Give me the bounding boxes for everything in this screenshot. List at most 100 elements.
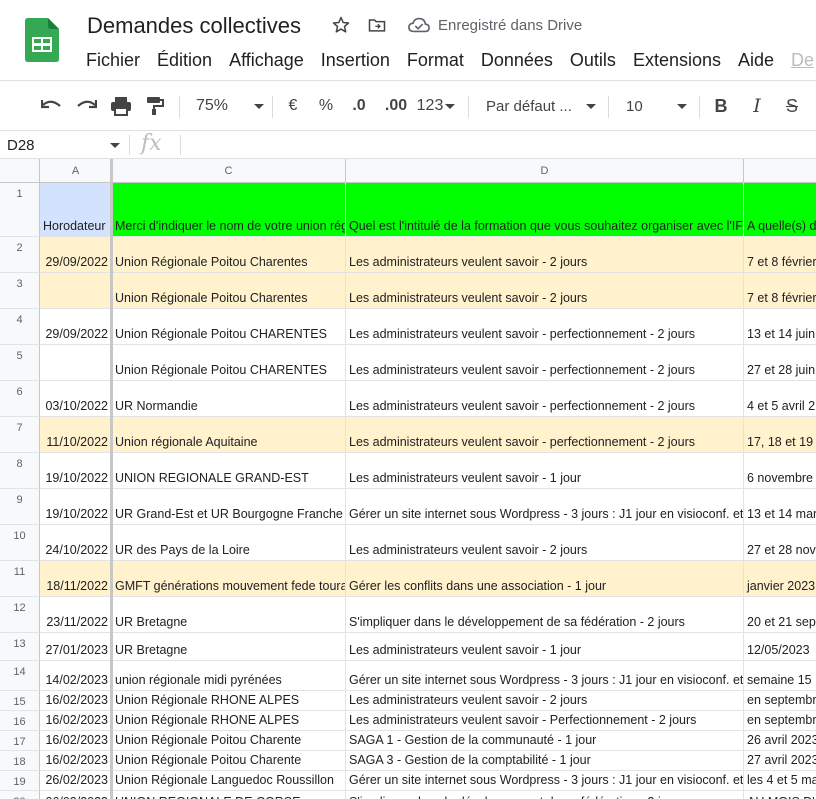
menu-aide[interactable]: Aide <box>738 50 774 71</box>
cell-formation[interactable]: Les administrateurs veulent savoir - 1 j… <box>346 633 744 661</box>
cell-union-regionale[interactable]: GMFT générations mouvement fede toura <box>112 561 346 597</box>
cell-union-regionale[interactable]: UR Normandie <box>112 381 346 417</box>
cell-horodateur[interactable]: 27/01/2023 <box>40 633 112 661</box>
cell-dates[interactable]: 27 et 28 juin <box>744 345 816 381</box>
cell-union-regionale[interactable]: UR Bretagne <box>112 633 346 661</box>
cell-formation[interactable]: SAGA 1 - Gestion de la communauté - 1 jo… <box>346 731 744 751</box>
cell-dates[interactable]: 4 et 5 avril 2 <box>744 381 816 417</box>
menu-fichier[interactable]: Fichier <box>86 50 140 71</box>
row-header[interactable]: 5 <box>0 345 40 381</box>
cell-dates[interactable]: 13 et 14 juin <box>744 309 816 345</box>
italic-button[interactable]: I <box>744 81 770 131</box>
bold-button[interactable]: B <box>708 81 734 131</box>
cell-dates[interactable]: 27 avril 2023 <box>744 751 816 771</box>
cell-dates[interactable]: semaine 15 <box>744 661 816 691</box>
row-header[interactable]: 4 <box>0 309 40 345</box>
cell-formation[interactable]: Gérer un site internet sous Wordpress - … <box>346 489 744 525</box>
cell-horodateur[interactable]: 23/11/2022 <box>40 597 112 633</box>
row-header[interactable]: 13 <box>0 633 40 661</box>
row-header[interactable]: 9 <box>0 489 40 525</box>
menu-outils[interactable]: Outils <box>570 50 616 71</box>
cell-union-regionale[interactable]: UR Grand-Est et UR Bourgogne Franche <box>112 489 346 525</box>
cell-formation[interactable]: Gérer un site internet sous Wordpress - … <box>346 771 744 791</box>
cell-horodateur[interactable]: 19/10/2022 <box>40 453 112 489</box>
currency-format-button[interactable]: € <box>282 81 304 131</box>
cell-horodateur[interactable]: 19/10/2022 <box>40 489 112 525</box>
cell-horodateur[interactable]: 03/10/2022 <box>40 381 112 417</box>
cell-formation[interactable]: Gérer un site internet sous Wordpress - … <box>346 661 744 691</box>
cell-dates[interactable]: 7 et 8 février <box>744 237 816 273</box>
cell-dates[interactable]: en septembr <box>744 691 816 711</box>
header-cell[interactable]: Horodateur <box>40 183 112 237</box>
cell-formation[interactable]: Les administrateurs veulent savoir - per… <box>346 381 744 417</box>
row-header[interactable]: 20 <box>0 791 40 799</box>
row-header[interactable]: 10 <box>0 525 40 561</box>
name-box[interactable]: D28 <box>0 131 126 159</box>
cell-horodateur[interactable]: 24/10/2022 <box>40 525 112 561</box>
cell-formation[interactable]: Les administrateurs veulent savoir - 2 j… <box>346 273 744 309</box>
cell-horodateur[interactable]: 11/10/2022 <box>40 417 112 453</box>
menu-format[interactable]: Format <box>407 50 464 71</box>
menu-edition[interactable]: Édition <box>157 50 212 71</box>
undo-button[interactable] <box>38 81 66 131</box>
save-status[interactable]: Enregistré dans Drive <box>408 16 582 34</box>
document-title[interactable]: Demandes collectives <box>87 13 301 39</box>
cell-union-regionale[interactable]: Union Régionale RHONE ALPES <box>112 711 346 731</box>
row-header[interactable]: 18 <box>0 751 40 771</box>
cell-dates[interactable]: les 4 et 5 ma <box>744 771 816 791</box>
cell-union-regionale[interactable]: Union Régionale Poitou CHARENTES <box>112 309 346 345</box>
zoom-select[interactable]: 75% <box>190 81 265 131</box>
cell-union-regionale[interactable]: Union Régionale Poitou Charentes <box>112 273 346 309</box>
row-header[interactable]: 11 <box>0 561 40 597</box>
row-header[interactable]: 1 <box>0 183 40 237</box>
cell-formation[interactable]: Les administrateurs veulent savoir - per… <box>346 309 744 345</box>
cell-dates[interactable]: 12/05/2023 <box>744 633 816 661</box>
cell-dates[interactable]: en septembr <box>744 711 816 731</box>
cell-formation[interactable]: S'impliquer dans le développement de sa … <box>346 597 744 633</box>
font-size-select[interactable]: 10 <box>618 81 693 131</box>
menu-extensions[interactable]: Extensions <box>633 50 721 71</box>
cell-dates[interactable]: 26 avril 2023 <box>744 731 816 751</box>
column-header-e[interactable] <box>744 159 816 183</box>
cell-formation[interactable]: Gérer les conflits dans une association … <box>346 561 744 597</box>
menu-insertion[interactable]: Insertion <box>321 50 390 71</box>
cell-union-regionale[interactable]: UR des Pays de la Loire <box>112 525 346 561</box>
cell-dates[interactable]: AU MOIS D' <box>744 791 816 799</box>
cell-union-regionale[interactable]: Union Régionale Poitou CHARENTES <box>112 345 346 381</box>
move-folder-icon[interactable] <box>366 14 388 36</box>
more-formats-button[interactable]: 123 <box>415 81 457 131</box>
font-family-select[interactable]: Par défaut ... <box>478 81 604 131</box>
row-header[interactable]: 2 <box>0 237 40 273</box>
cell-horodateur[interactable]: 26/02/2023 <box>40 771 112 791</box>
cell-formation[interactable]: Les administrateurs veulent savoir - 2 j… <box>346 237 744 273</box>
cell-union-regionale[interactable]: UNION REGIONALE DE CORSE <box>112 791 346 799</box>
cell-formation[interactable]: Les administrateurs veulent savoir - 2 j… <box>346 525 744 561</box>
cell-dates[interactable]: janvier 2023 <box>744 561 816 597</box>
cell-dates[interactable]: 7 et 8 février <box>744 273 816 309</box>
cell-horodateur[interactable]: 29/09/2022 <box>40 237 112 273</box>
column-header-c[interactable]: C <box>112 159 346 183</box>
row-header[interactable]: 17 <box>0 731 40 751</box>
cell-horodateur[interactable]: 16/02/2023 <box>40 751 112 771</box>
cell-union-regionale[interactable]: union régionale midi pyrénées <box>112 661 346 691</box>
cell-formation[interactable]: Les administrateurs veulent savoir - 1 j… <box>346 453 744 489</box>
cell-union-regionale[interactable]: UNION REGIONALE GRAND-EST <box>112 453 346 489</box>
row-header[interactable]: 8 <box>0 453 40 489</box>
cell-dates[interactable]: 20 et 21 sep <box>744 597 816 633</box>
row-header[interactable]: 7 <box>0 417 40 453</box>
header-cell[interactable]: Quel est l'intitulé de la formation que … <box>346 183 744 237</box>
decrease-decimal-button[interactable]: .0 <box>345 81 373 131</box>
cell-union-regionale[interactable]: Union Régionale Languedoc Roussillon <box>112 771 346 791</box>
row-header[interactable]: 3 <box>0 273 40 309</box>
increase-decimal-button[interactable]: .00 <box>380 81 412 131</box>
cell-union-regionale[interactable]: Union Régionale RHONE ALPES <box>112 691 346 711</box>
cell-union-regionale[interactable]: Union régionale Aquitaine <box>112 417 346 453</box>
header-cell[interactable]: A quelle(s) d <box>744 183 816 237</box>
cell-horodateur[interactable] <box>40 273 112 309</box>
percent-format-button[interactable]: % <box>315 81 337 131</box>
header-cell[interactable]: Merci d'indiquer le nom de votre union r… <box>112 183 346 237</box>
cell-formation[interactable]: Les administrateurs veulent savoir - per… <box>346 345 744 381</box>
cell-formation[interactable]: Les administrateurs veulent savoir - per… <box>346 417 744 453</box>
strikethrough-button[interactable]: S <box>779 81 805 131</box>
cell-dates[interactable]: 17, 18 et 19 <box>744 417 816 453</box>
